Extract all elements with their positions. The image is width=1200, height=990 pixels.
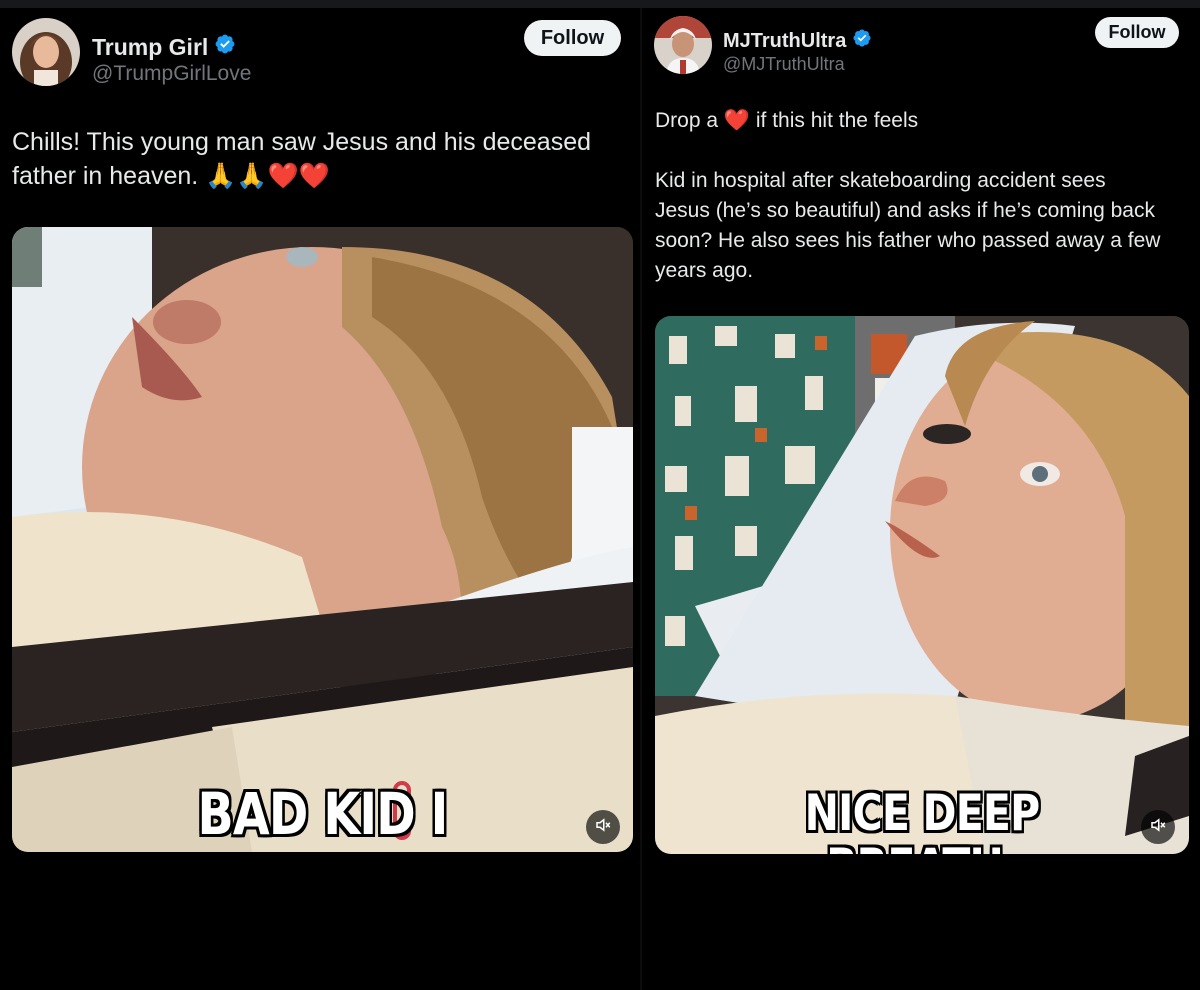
post-text-fragment: if this hit the feels [755,109,919,132]
display-name-text: Trump Girl [92,33,209,60]
avatar[interactable] [12,18,80,86]
display-name[interactable]: MJTruthUltra [723,28,872,54]
avatar[interactable] [654,16,712,74]
post-text-line: father in heaven. 🙏🙏❤️❤️ [12,159,632,193]
top-border [0,0,1200,8]
post-text-line: soon? He also sees his father who passed… [655,229,1161,252]
post-text: Drop a ❤️ if this hit the feels Kid in h… [655,106,1195,286]
display-name[interactable]: Trump Girl [92,33,236,61]
emoji-group: 🙏🙏❤️❤️ [205,162,330,190]
post-text-line: Drop a ❤️ if this hit the feels [655,106,1195,136]
speaker-muted-icon [594,816,612,839]
handle[interactable]: @TrumpGirlLove [92,62,251,86]
video-player[interactable]: BAD KID I [12,227,633,852]
verified-badge-icon [214,33,236,61]
post-text-fragment: father in heaven. [12,162,199,190]
video-player[interactable]: NICE DEEP BREATH. [655,316,1189,854]
heart-emoji: ❤️ [723,109,751,132]
post-text: Chills! This young man saw Jesus and his… [12,125,632,193]
post-trump-girl: Trump Girl @TrumpGirlLove Follow Chills!… [0,8,640,990]
post-text-line: Kid in hospital after skateboarding acci… [655,169,1106,192]
mute-button[interactable] [586,810,620,844]
video-caption: BAD KID I [197,780,449,848]
post-text-fragment: Drop a [655,109,719,132]
post-text-line: years ago. [655,259,754,282]
follow-button[interactable]: Follow [524,20,621,56]
handle[interactable]: @MJTruthUltra [723,54,845,75]
video-frame [12,227,633,852]
speaker-muted-icon [1149,816,1167,839]
follow-button[interactable]: Follow [1095,17,1179,48]
mute-button[interactable] [1141,810,1175,844]
post-text-line: Chills! This young man saw Jesus and his… [12,128,592,156]
display-name-text: MJTruthUltra [723,29,847,52]
video-frame [655,316,1189,854]
post-text-line: Jesus (he’s so beautiful) and asks if he… [655,199,1155,222]
video-caption: NICE DEEP BREATH. [804,784,1040,854]
verified-badge-icon [852,28,872,54]
post-mjtruthultra: MJTruthUltra @MJTruthUltra Follow Drop a… [642,8,1200,990]
